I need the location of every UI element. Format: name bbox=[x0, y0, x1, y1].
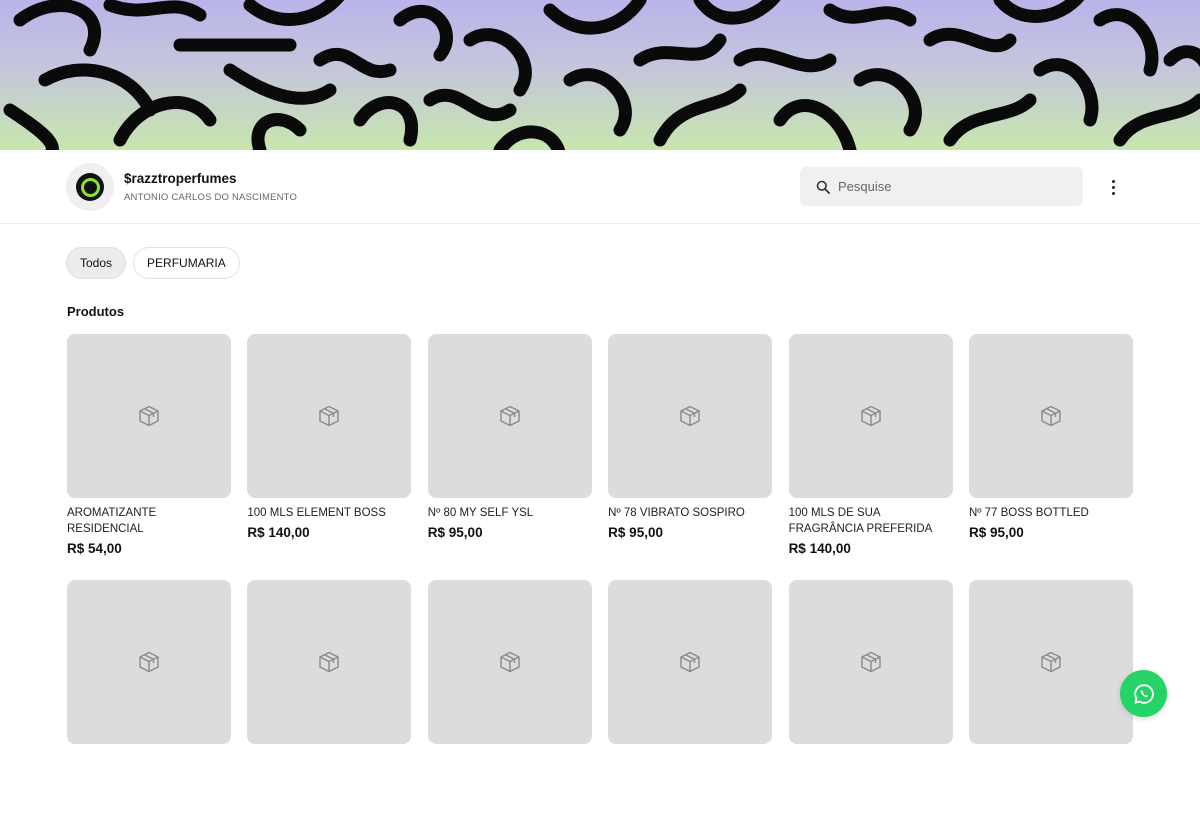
box-placeholder-icon bbox=[139, 405, 159, 427]
box-placeholder-icon bbox=[1041, 405, 1061, 427]
filter-chip-perfumaria[interactable]: PERFUMARIA bbox=[133, 247, 240, 279]
more-options-button[interactable] bbox=[1103, 175, 1123, 199]
store-header: $razztroperfumes ANTONIO CARLOS DO NASCI… bbox=[0, 150, 1200, 224]
product-card[interactable] bbox=[608, 580, 773, 826]
product-price: R$ 95,00 bbox=[968, 525, 1024, 540]
store-owner: ANTONIO CARLOS DO NASCIMENTO bbox=[124, 192, 298, 203]
product-price: R$ 95,00 bbox=[427, 525, 483, 540]
product-card[interactable]: Nº 80 MY SELF YSL R$ 95,00 bbox=[427, 334, 592, 580]
product-card[interactable]: 100 MLS ELEMENT BOSS R$ 140,00 bbox=[247, 334, 412, 580]
product-image[interactable] bbox=[67, 334, 231, 498]
product-image[interactable] bbox=[788, 580, 953, 744]
box-placeholder-icon bbox=[1041, 651, 1061, 673]
box-placeholder-icon bbox=[500, 651, 520, 673]
box-placeholder-icon bbox=[139, 651, 159, 673]
search-input[interactable] bbox=[838, 179, 1058, 194]
box-placeholder-icon bbox=[500, 405, 520, 427]
product-name: 100 MLS ELEMENT BOSS bbox=[247, 507, 386, 519]
product-image[interactable] bbox=[67, 580, 231, 744]
section-title: Produtos bbox=[67, 304, 125, 319]
box-placeholder-icon bbox=[319, 651, 340, 673]
product-card[interactable] bbox=[427, 580, 592, 826]
product-name: AROMATIZANTE RESIDENCIAL bbox=[67, 507, 157, 535]
box-placeholder-icon bbox=[319, 405, 340, 427]
product-image[interactable] bbox=[247, 580, 412, 744]
box-placeholder-icon bbox=[860, 405, 881, 427]
product-image[interactable] bbox=[968, 334, 1133, 498]
product-card[interactable]: AROMATIZANTE RESIDENCIAL R$ 54,00 bbox=[67, 334, 231, 580]
product-name: Nº 80 MY SELF YSL bbox=[427, 507, 534, 519]
box-placeholder-icon bbox=[680, 405, 700, 427]
store-banner bbox=[0, 0, 1200, 150]
product-card[interactable]: 100 MLS DE SUA FRAGRÂNCIA PREFERIDA R$ 1… bbox=[788, 334, 953, 580]
search-icon bbox=[816, 180, 830, 194]
box-placeholder-icon bbox=[860, 651, 881, 673]
product-image[interactable] bbox=[427, 580, 592, 744]
store-avatar[interactable] bbox=[66, 163, 114, 211]
whatsapp-icon bbox=[1133, 683, 1154, 704]
whatsapp-button[interactable] bbox=[1120, 670, 1167, 717]
product-card[interactable] bbox=[67, 580, 231, 826]
product-image[interactable] bbox=[247, 334, 412, 498]
product-card[interactable]: Nº 77 BOSS BOTTLED R$ 95,00 bbox=[968, 334, 1133, 580]
ring-logo-icon bbox=[76, 173, 104, 201]
product-name: Nº 78 VIBRATO SOSPIRO bbox=[608, 507, 745, 519]
category-filters: Todos PERFUMARIA bbox=[66, 247, 240, 279]
search-box[interactable] bbox=[800, 167, 1083, 206]
product-image[interactable] bbox=[788, 334, 953, 498]
filter-chip-todos[interactable]: Todos bbox=[66, 247, 127, 279]
product-image[interactable] bbox=[608, 580, 773, 744]
product-price: R$ 140,00 bbox=[247, 525, 310, 540]
product-image[interactable] bbox=[608, 334, 773, 498]
product-price: R$ 140,00 bbox=[788, 541, 851, 556]
product-card[interactable]: Nº 78 VIBRATO SOSPIRO R$ 95,00 bbox=[608, 334, 773, 580]
box-placeholder-icon bbox=[680, 651, 700, 673]
product-card[interactable] bbox=[968, 580, 1133, 826]
kebab-dot-icon bbox=[1111, 185, 1115, 189]
product-name: 100 MLS DE SUA FRAGRÂNCIA PREFERIDA bbox=[788, 507, 933, 535]
product-price: R$ 54,00 bbox=[67, 541, 122, 556]
store-name: $razztroperfumes bbox=[124, 171, 237, 186]
kebab-dot-icon bbox=[1111, 191, 1115, 195]
product-price: R$ 95,00 bbox=[608, 525, 663, 540]
product-card[interactable] bbox=[788, 580, 953, 826]
squiggle-pattern bbox=[3, 0, 1200, 150]
kebab-dot-icon bbox=[1111, 179, 1115, 183]
product-card[interactable] bbox=[247, 580, 412, 826]
product-image[interactable] bbox=[427, 334, 592, 498]
product-image[interactable] bbox=[968, 580, 1133, 744]
product-grid: AROMATIZANTE RESIDENCIAL R$ 54,00 100 ML… bbox=[67, 334, 1133, 826]
product-name: Nº 77 BOSS BOTTLED bbox=[968, 507, 1089, 519]
